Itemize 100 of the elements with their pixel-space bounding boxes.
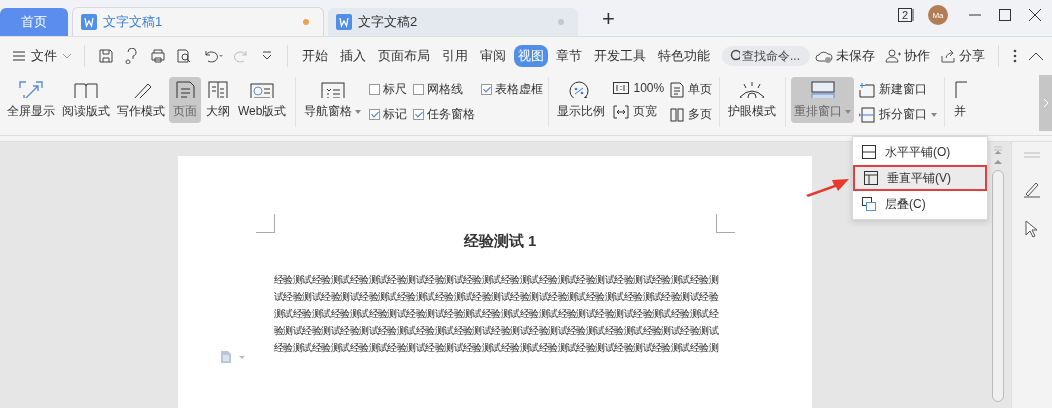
checkbox[interactable] [481,84,493,95]
pointer-arrow [804,176,850,198]
checkbox[interactable] [413,109,425,120]
menu-item[interactable]: 水平平铺(O) [853,139,987,165]
redo-icon [234,48,250,64]
body-text-line: 经验测试经验测试经验测试经验测试经验测试经验测试经验测试经验测试经验测试经验测试经验测试经验测 [274,341,719,355]
navigation-pane-button[interactable]: 导航窗格 [301,77,365,123]
page-option[interactable]: 多页 [670,106,713,123]
checkbox[interactable] [413,84,425,95]
menu-item[interactable]: 垂直平铺(V) [853,165,987,191]
view-mode-button[interactable]: 写作模式 [114,77,168,123]
more-icon[interactable] [1012,48,1018,64]
stacked-windows-icon [809,80,836,98]
checkbox-label: 标记 [383,106,408,123]
view-mode-button[interactable]: 阅读版式 [59,77,113,123]
vertical-tile-icon [863,171,879,185]
checkbox-label: 标尺 [383,81,408,98]
close-icon[interactable] [1028,8,1042,22]
single-page-icon [670,81,685,98]
body-text-line: 试经验测试经验测试经验测试经验测试经验测试经验测试经验测试经验测试经验测试经验测试经验测试经验 [274,290,719,304]
side-by-side-button[interactable]: 并 [950,77,970,123]
book-icon [73,80,99,98]
scroll-to-top-icon[interactable] [994,146,1002,154]
undo-icon[interactable] [202,48,224,64]
window-option[interactable]: 新建窗口 [859,81,938,98]
view-mode-button[interactable]: Web版式 [235,77,290,123]
list-icon [319,80,346,98]
ribbon-tab[interactable]: 引用 [438,45,472,67]
zoom-button[interactable]: 显示比例 [554,77,609,123]
chevron-down-icon [62,53,72,59]
web-page-icon [249,80,276,98]
menu-item[interactable]: 层叠(C) [853,191,987,217]
view-mode-button[interactable]: 页面 [169,77,201,123]
checkbox-label: 任务窗格 [427,106,476,123]
fullscreen-icon [18,80,44,98]
menu-icon [12,50,26,62]
chevron-right-icon [1042,98,1049,108]
user-avatar[interactable]: Ma [928,5,948,25]
save-icon[interactable] [98,48,114,64]
toolbar-action[interactable]: 未保存 [815,47,875,65]
document-tab[interactable]: 文字文稿2 [328,8,578,36]
new-window-icon [859,81,876,98]
document-title: 经验测试 1 [462,232,537,251]
cascade-icon [861,197,877,211]
checkbox-label: 网格线 [427,81,464,98]
fit-width-icon [613,104,630,119]
document-icon [336,14,352,30]
outline-icon [205,80,231,98]
crop-mark [256,214,275,233]
crop-mark [716,214,735,233]
pen-icon[interactable] [1023,180,1041,198]
split-window-icon [859,106,876,123]
file-menu[interactable]: 文件 [8,47,76,65]
new-tab-button[interactable]: + [602,6,615,34]
panel-handle-icon[interactable] [1024,152,1040,158]
arrange-windows-button[interactable]: 重排窗口 [791,77,855,123]
share-icon [940,49,956,63]
window-icon [953,80,968,98]
ribbon-tab[interactable]: 页面布局 [374,45,434,67]
body-text-line: 经验测试经验测试经验测试经验测试经验测试经验测试经验测试经验测试经验测试经验测试经验测试经验测 [274,273,719,287]
maximize-icon[interactable] [998,8,1012,22]
ribbon-tab[interactable]: 开发工具 [590,45,650,67]
caret-icon [931,112,938,117]
toolbar-action[interactable]: 分享 [940,47,985,65]
checkbox-label: 表格虚框 [495,81,544,98]
add-person-icon [885,49,901,63]
cloud-icon [815,49,833,63]
checkbox[interactable] [369,109,381,120]
zoom-option[interactable]: 100% [613,81,665,95]
ribbon-tab[interactable]: 开始 [298,45,332,67]
eye-protection-button[interactable]: 护眼模式 [725,77,780,123]
horizontal-tile-icon [861,145,877,159]
window-count-button[interactable]: 2 [897,8,912,22]
document-icon [81,14,97,30]
window-option[interactable]: 拆分窗口 [859,106,938,123]
scroll-up-icon[interactable] [994,159,1002,165]
toolbar-action[interactable]: 协作 [885,47,930,65]
view-mode-button[interactable]: 全屏显示 [4,77,58,123]
cursor-icon[interactable] [1024,220,1040,238]
print-preview-icon[interactable] [176,48,192,64]
ribbon-tab[interactable]: 章节 [552,45,586,67]
search-field[interactable]: 查找命令... [722,46,810,66]
print-icon[interactable] [150,48,166,64]
body-text-line: 测试经验测试经验测试经验测试经验测试经验测试经验测试经验测试经验测试经验测试经验测试经验测试经 [274,307,719,321]
ribbon-tab[interactable]: 插入 [336,45,370,67]
actual-size-icon [613,81,630,95]
ribbon-tab[interactable]: 特色功能 [654,45,714,67]
view-mode-button[interactable]: 大纲 [202,77,234,123]
collapse-ribbon-icon[interactable] [1028,51,1044,61]
search-icon [730,49,740,63]
ribbon-tab[interactable]: 审阅 [476,45,510,67]
page-option[interactable]: 单页 [670,81,713,98]
two-pages-icon [670,106,685,123]
body-text-line: 验测试经验测试经验测试经验测试经验测试经验测试经验测试经验测试经验测试经验测试经验测试经验测试 [274,324,719,338]
caret-icon [845,109,852,114]
zoom-option[interactable]: 页宽 [613,103,665,120]
caret-icon [355,109,362,114]
document-tab[interactable]: 文字文稿1 [72,7,324,36]
checkbox[interactable] [369,84,381,95]
scrollbar-thumb[interactable] [992,170,1004,402]
